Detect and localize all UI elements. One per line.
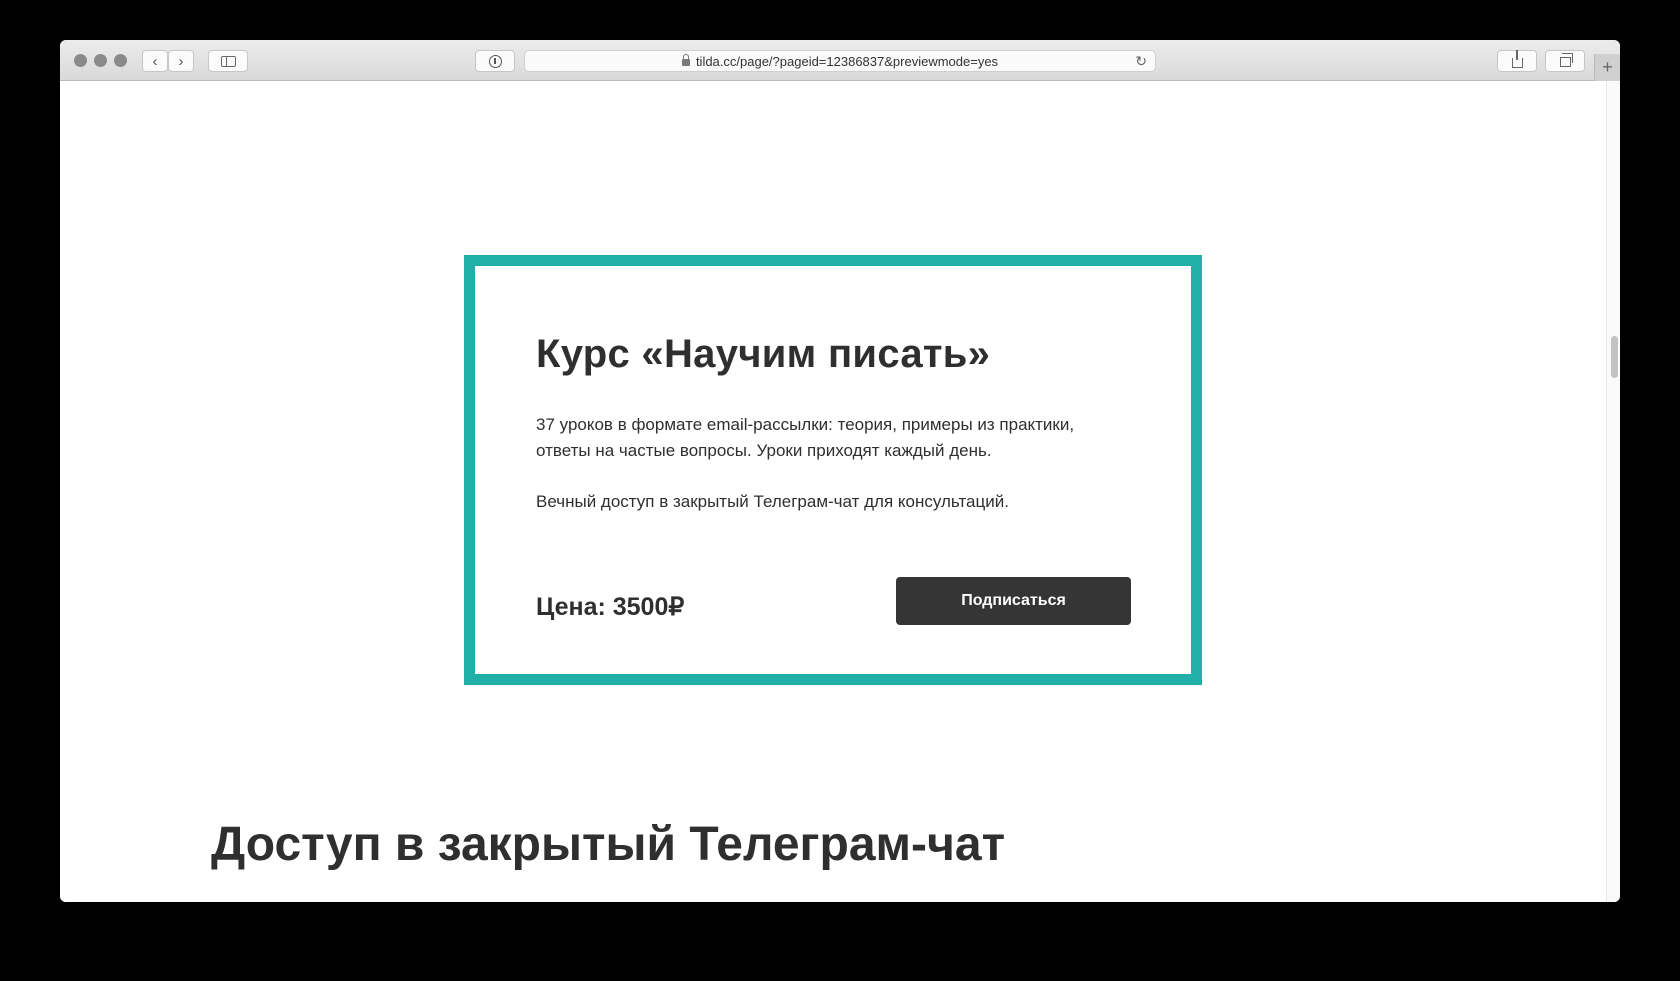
browser-window: ‹ › tilda.cc/page/?pageid=12386837&previ… bbox=[60, 40, 1620, 902]
close-window-button[interactable] bbox=[74, 54, 87, 67]
scrollbar-thumb[interactable] bbox=[1611, 336, 1618, 378]
address-bar[interactable]: tilda.cc/page/?pageid=12386837&previewmo… bbox=[524, 50, 1156, 72]
course-chat-access-text: Вечный доступ в закрытый Телеграм-чат дл… bbox=[536, 492, 1009, 511]
page-content: Курс «Научим писать» 37 уроков в формате… bbox=[60, 81, 1606, 902]
back-button[interactable]: ‹ bbox=[142, 50, 168, 72]
page-scrollbar[interactable] bbox=[1606, 81, 1620, 902]
reload-icon[interactable]: ↻ bbox=[1135, 53, 1147, 70]
share-button[interactable] bbox=[1497, 50, 1537, 72]
privacy-button[interactable] bbox=[475, 50, 515, 72]
url-text: tilda.cc/page/?pageid=12386837&previewmo… bbox=[695, 53, 999, 69]
course-title: Курс «Научим писать» bbox=[536, 332, 991, 376]
privacy-report-icon bbox=[488, 54, 502, 68]
course-price: Цена: 3500₽ bbox=[536, 593, 685, 621]
subscribe-button[interactable]: Подписаться bbox=[896, 577, 1131, 625]
lock-icon bbox=[681, 53, 690, 66]
minimize-window-button[interactable] bbox=[94, 54, 107, 67]
zoom-window-button[interactable] bbox=[114, 54, 127, 67]
chevron-right-icon: › bbox=[178, 52, 184, 70]
forward-button[interactable]: › bbox=[168, 50, 194, 72]
sidebar-toggle-button[interactable] bbox=[208, 50, 248, 72]
plus-icon: + bbox=[1602, 57, 1613, 77]
course-card: Курс «Научим писать» 37 уроков в формате… bbox=[464, 255, 1202, 685]
sidebar-icon bbox=[220, 55, 236, 67]
tabs-overview-button[interactable] bbox=[1545, 50, 1585, 72]
tabs-overview-icon bbox=[1559, 53, 1573, 67]
new-tab-button[interactable]: + bbox=[1594, 54, 1620, 81]
browser-toolbar: ‹ › tilda.cc/page/?pageid=12386837&previ… bbox=[60, 40, 1620, 81]
section-heading: Доступ в закрытый Телеграм-чат bbox=[211, 818, 1006, 871]
course-description-text: 37 уроков в формате email-рассылки: теор… bbox=[536, 415, 1075, 460]
course-description: 37 уроков в формате email-рассылки: теор… bbox=[536, 412, 1106, 515]
chevron-left-icon: ‹ bbox=[152, 52, 158, 70]
share-icon bbox=[1511, 50, 1523, 68]
